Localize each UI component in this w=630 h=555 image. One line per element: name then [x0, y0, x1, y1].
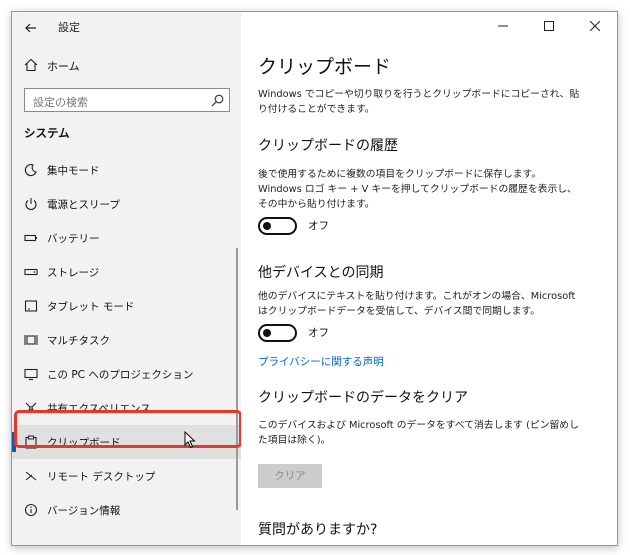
search-icon — [211, 94, 224, 107]
sidebar-scrollbar[interactable] — [236, 248, 238, 510]
sidebar-item-home[interactable]: ホーム — [12, 54, 241, 78]
sidebar-item-label: 集中モード — [47, 165, 100, 177]
toggle-knob — [263, 329, 271, 337]
sidebar-item-tablet-mode[interactable]: タブレット モード — [12, 289, 241, 323]
maximize-icon — [544, 21, 554, 31]
title-bar: 設定 — [12, 12, 241, 44]
sidebar-item-remote-desktop[interactable]: リモート デスクトップ — [12, 459, 241, 493]
sync-toggle-label: オフ — [308, 327, 329, 339]
sidebar-item-label: 電源とスリープ — [47, 199, 120, 211]
settings-window: 設定 ホーム 設定の検索 システム 集中モード 電源とスリープ バッテリー スト… — [11, 11, 618, 546]
privacy-link[interactable]: プライバシーに関する声明 — [258, 354, 384, 369]
battery-icon — [24, 234, 37, 242]
history-description: 後で使用するために複数の項目をクリップボードに保存します。Windows ロゴ … — [258, 169, 577, 210]
annotation-highlight-box — [14, 410, 242, 448]
sidebar-item-label: バージョン情報 — [47, 505, 121, 517]
sync-description: 他のデバイスにテキストを貼り付けます。これがオンの場合、Microsoft はク… — [258, 291, 576, 317]
home-label: ホーム — [47, 60, 80, 73]
sidebar-item-label: バッテリー — [47, 233, 100, 245]
info-icon — [24, 503, 38, 517]
content-pane: クリップボード Windows でコピーや切り取りを行うとクリップボードにコピー… — [241, 12, 617, 545]
clear-button[interactable]: クリア — [258, 464, 322, 488]
window-title: 設定 — [58, 21, 80, 34]
projection-icon — [24, 368, 38, 381]
close-button[interactable] — [583, 18, 607, 36]
sidebar-item-label: マルチタスク — [47, 335, 110, 347]
power-icon — [25, 198, 37, 211]
section-title-system: システム — [24, 126, 70, 140]
sync-heading: 他デバイスとの同期 — [258, 265, 384, 281]
sidebar-item-storage[interactable]: ストレージ — [12, 255, 241, 289]
maximize-button[interactable] — [537, 18, 561, 36]
sidebar-item-power[interactable]: 電源とスリープ — [12, 187, 241, 221]
sidebar: 設定 ホーム 設定の検索 システム 集中モード 電源とスリープ バッテリー スト… — [12, 12, 241, 545]
sidebar-item-label: ストレージ — [47, 267, 100, 279]
search-input[interactable]: 設定の検索 — [24, 88, 230, 112]
tablet-icon — [24, 300, 38, 312]
history-toggle-label: オフ — [308, 220, 329, 232]
sidebar-item-projection[interactable]: この PC へのプロジェクション — [12, 357, 241, 391]
sidebar-item-battery[interactable]: バッテリー — [12, 221, 241, 255]
page-title: クリップボード — [258, 56, 392, 78]
back-arrow-icon — [25, 23, 36, 33]
sidebar-item-about[interactable]: バージョン情報 — [12, 493, 241, 527]
sidebar-item-label: タブレット モード — [47, 301, 135, 313]
toggle-knob — [263, 222, 271, 230]
clear-heading: クリップボードのデータをクリア — [258, 390, 468, 406]
intro-text: Windows でコピーや切り取りを行うとクリップボードにコピーされ、貼り付ける… — [258, 89, 580, 115]
sync-toggle[interactable] — [258, 324, 297, 342]
sidebar-item-label: リモート デスクトップ — [47, 471, 156, 483]
minimize-icon — [498, 25, 508, 27]
window-controls — [477, 12, 617, 42]
focus-assist-icon — [24, 164, 37, 177]
minimize-button[interactable] — [491, 18, 515, 36]
back-button[interactable] — [20, 17, 42, 39]
sidebar-item-focus-assist[interactable]: 集中モード — [12, 153, 241, 187]
home-icon — [24, 58, 38, 72]
mouse-cursor-icon — [184, 431, 196, 449]
questions-heading: 質問がありますか? — [258, 522, 378, 538]
history-toggle[interactable] — [258, 217, 297, 235]
multitask-icon — [24, 335, 38, 345]
storage-icon — [24, 268, 38, 276]
clear-description: このデバイスおよび Microsoft のデータをすべて消去します (ピン留めし… — [258, 420, 579, 446]
remote-desktop-icon — [25, 471, 37, 481]
close-icon — [589, 20, 601, 32]
search-placeholder: 設定の検索 — [33, 96, 88, 109]
sidebar-item-multitasking[interactable]: マルチタスク — [12, 323, 241, 357]
sidebar-item-label: この PC へのプロジェクション — [47, 369, 194, 381]
history-heading: クリップボードの履歴 — [258, 138, 398, 154]
